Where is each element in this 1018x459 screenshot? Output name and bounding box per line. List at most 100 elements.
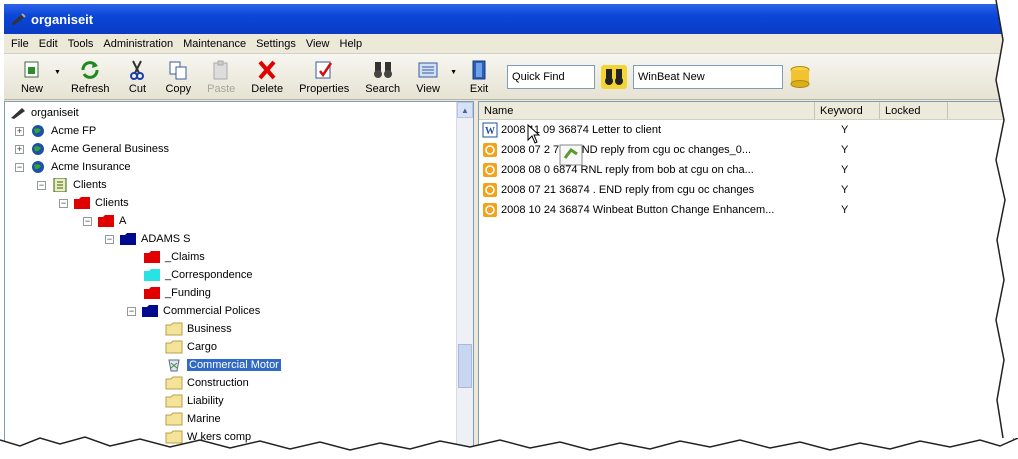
tree-scrollbar[interactable]: ▲ [456,102,473,454]
winbeat-input[interactable]: WinBeat New [633,64,784,89]
view-button[interactable]: View [408,56,448,98]
title-bar[interactable]: organiseit [4,4,1014,34]
tree-item-a[interactable]: − A [83,212,126,230]
list-item-keyword: Y [841,164,849,176]
yellow-folder-icon [165,340,183,354]
globe-icon [32,161,44,173]
list-item-keyword: Y [841,144,849,156]
expand-toggle[interactable]: + [15,126,24,136]
list-item[interactable]: 2008 07 21 36874 . END reply from cgu oc… [479,180,1013,200]
collapse-toggle[interactable]: − [127,306,136,316]
menu-settings[interactable]: Settings [251,38,301,50]
menu-administration[interactable]: Administration [98,38,178,50]
globe-icon [32,143,44,155]
database-icon[interactable] [789,65,811,89]
mouse-cursor-icon [527,124,541,144]
properties-button[interactable]: Properties [291,56,357,98]
new-dropdown-arrow[interactable]: ▼ [54,69,61,76]
content-panes: organiseit + Acme FP + Acme General Busi… [4,101,1014,455]
collapse-toggle[interactable]: − [105,234,114,244]
toolbar: New ▼ Refresh Cut Copy Paste Delete Prop… [4,54,1014,100]
tree-item-liability[interactable]: Liability [165,392,224,410]
menu-view[interactable]: View [301,38,335,50]
tree-item-clients-folder[interactable]: − Clients [59,194,129,212]
globe-icon [32,125,44,137]
copy-icon [169,61,187,79]
copy-button[interactable]: Copy [157,56,199,98]
list-item-name: 2008 10 24 36874 Winbeat Button Change E… [501,204,775,216]
tree-item-correspondence[interactable]: _Correspondence [143,266,252,284]
drag-drop-icon [559,144,583,166]
tree-item-business[interactable]: Business [165,320,232,338]
column-header-keyword[interactable]: Keyword [815,102,880,119]
tree-item-construction[interactable]: Construction [165,374,249,392]
tree-item-commercial-policies[interactable]: − Commercial Polices [127,302,260,320]
menu-help[interactable]: Help [335,38,368,50]
paste-button[interactable]: Paste [199,56,243,98]
email-icon [483,143,497,157]
tree-item-claims[interactable]: _Claims [143,248,205,266]
app-pen-icon [11,13,26,25]
collapse-toggle[interactable]: − [83,216,92,226]
tree-item-acme-insurance[interactable]: − Acme Insurance [15,158,130,176]
column-header-locked[interactable]: Locked [880,102,948,119]
binoculars-icon [373,61,392,78]
menu-tools[interactable]: Tools [63,38,99,50]
list-header: Name Keyword Locked [479,102,1013,120]
tree-item-acme-fp[interactable]: + Acme FP [15,122,96,140]
tree-item-funding[interactable]: _Funding [143,284,211,302]
quick-find-binoculars-icon[interactable] [601,64,628,89]
cut-button[interactable]: Cut [117,56,157,98]
recycle-bin-icon [168,359,180,372]
collapse-toggle[interactable]: − [59,198,68,208]
folder-tree: organiseit + Acme FP + Acme General Busi… [4,101,474,455]
expand-toggle[interactable]: + [15,144,24,154]
view-dropdown-arrow[interactable]: ▼ [450,69,457,76]
new-button[interactable]: New [12,56,52,98]
red-folder-icon [98,215,114,227]
yellow-folder-icon [165,412,183,426]
collapse-toggle[interactable]: − [15,162,24,172]
navy-folder-icon [142,305,158,317]
tree-item-workers-comp[interactable]: W kers comp [165,428,251,446]
tree-item-adams[interactable]: − ADAMS S [105,230,191,248]
list-item-keyword: Y [841,204,849,216]
paste-icon [213,60,228,79]
yellow-folder-icon [165,430,183,444]
tree-item-clients-group[interactable]: − Clients [37,176,107,194]
document-list: Name Keyword Locked W 2008 11 09 36874 L… [478,101,1014,455]
refresh-button[interactable]: Refresh [63,56,118,98]
email-icon [483,183,497,197]
list-item-keyword: Y [841,184,849,196]
email-icon [483,203,497,217]
list-item[interactable]: W 2008 11 09 36874 Letter to client Y [479,120,1013,140]
delete-button[interactable]: Delete [243,56,291,98]
window-title: organiseit [31,11,94,27]
menu-file[interactable]: File [6,38,34,50]
app-window: organiseit File Edit Tools Administratio… [4,4,1014,455]
tree-item-acme-general[interactable]: + Acme General Business [15,140,169,158]
scroll-up-arrow-icon[interactable]: ▲ [457,102,473,118]
cyan-folder-icon [144,269,160,281]
list-item-name: 2008 08 0 6874 RNL reply from bob at cgu… [501,164,754,176]
list-item-name: 2008 07 2 74 . END reply from cgu oc cha… [501,144,752,156]
tree-root[interactable]: organiseit [9,104,79,122]
new-icon [24,61,39,77]
exit-button[interactable]: Exit [459,56,499,98]
refresh-icon [81,60,99,79]
collapse-toggle[interactable]: − [37,180,46,190]
red-folder-icon [74,197,90,209]
delete-x-icon [258,60,276,79]
email-icon [483,163,497,177]
tree-item-cargo[interactable]: Cargo [165,338,217,356]
column-header-name[interactable]: Name [479,102,815,119]
scroll-thumb[interactable] [458,344,472,388]
menu-edit[interactable]: Edit [34,38,63,50]
tree-item-marine[interactable]: Marine [165,410,221,428]
menu-maintenance[interactable]: Maintenance [178,38,251,50]
list-item[interactable]: 2008 10 24 36874 Winbeat Button Change E… [479,200,1013,220]
tree-item-commercial-motor[interactable]: Commercial Motor [165,356,281,374]
navy-folder-icon [120,233,136,245]
search-button[interactable]: Search [357,56,408,98]
quick-find-input[interactable]: Quick Find [507,64,596,89]
